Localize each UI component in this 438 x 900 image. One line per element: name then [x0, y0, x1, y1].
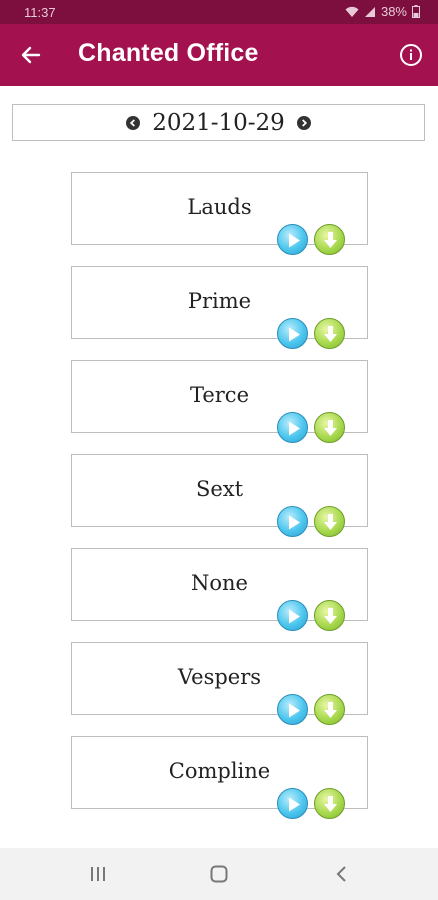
download-button[interactable] [314, 600, 345, 631]
hour-name: Compline [168, 759, 271, 783]
hour-card[interactable]: Prime [71, 266, 368, 349]
battery-percent: 38% [380, 4, 407, 19]
hour-name: Prime [187, 289, 252, 313]
back-icon [336, 866, 346, 882]
info-icon [400, 44, 422, 66]
play-button[interactable] [277, 788, 308, 819]
play-button[interactable] [277, 224, 308, 255]
download-icon [324, 514, 337, 530]
hour-card[interactable]: Sext [71, 454, 368, 537]
download-button[interactable] [314, 694, 345, 725]
chevron-left-icon [130, 118, 136, 127]
download-button[interactable] [314, 788, 345, 819]
next-date-button[interactable] [296, 115, 311, 130]
download-icon [324, 702, 337, 718]
play-icon [289, 515, 300, 530]
system-back-button[interactable] [330, 862, 354, 886]
home-icon [210, 865, 228, 883]
hour-name: None [191, 571, 248, 595]
download-button[interactable] [314, 318, 345, 349]
download-icon [324, 232, 337, 248]
download-button[interactable] [314, 412, 345, 443]
status-icons: 38% [345, 4, 420, 19]
battery-icon [412, 5, 420, 18]
play-icon [289, 797, 300, 812]
hour-card[interactable]: Vespers [71, 642, 368, 725]
chevron-right-icon [301, 118, 307, 127]
previous-date-button[interactable] [126, 115, 141, 130]
play-icon [289, 233, 300, 248]
status-time: 11:37 [24, 5, 56, 20]
play-button[interactable] [277, 506, 308, 537]
download-icon [324, 796, 337, 812]
hour-card[interactable]: Terce [71, 360, 368, 443]
back-button[interactable] [14, 38, 48, 72]
play-icon [289, 703, 300, 718]
play-icon [289, 421, 300, 436]
status-bar: 11:37 38% [0, 0, 438, 24]
download-icon [324, 420, 337, 436]
home-button[interactable] [207, 862, 231, 886]
info-button[interactable] [397, 41, 425, 69]
wifi-icon [345, 6, 359, 17]
play-button[interactable] [277, 600, 308, 631]
app-bar: Chanted Office [0, 24, 438, 86]
hour-name: Vespers [177, 665, 262, 689]
play-button[interactable] [277, 318, 308, 349]
arrow-left-icon [21, 46, 41, 64]
current-date: 2021-10-29 [152, 109, 285, 136]
play-icon [289, 327, 300, 342]
recents-icon [91, 867, 105, 881]
hour-name: Sext [195, 477, 244, 501]
download-button[interactable] [314, 506, 345, 537]
system-navigation-bar [0, 848, 438, 900]
download-icon [324, 326, 337, 342]
play-button[interactable] [277, 694, 308, 725]
play-icon [289, 609, 300, 624]
hour-name: Terce [189, 383, 250, 407]
play-button[interactable] [277, 412, 308, 443]
download-icon [324, 608, 337, 624]
hour-card[interactable]: None [71, 548, 368, 631]
download-button[interactable] [314, 224, 345, 255]
page-title: Chanted Office [78, 39, 259, 67]
hour-card[interactable]: Compline [71, 736, 368, 819]
signal-icon [364, 6, 375, 17]
recents-button[interactable] [86, 862, 110, 886]
hour-name: Lauds [187, 195, 252, 219]
hours-list: Lauds Prime Terce Sext None Vespers Compline [71, 172, 368, 830]
date-selector: 2021-10-29 [12, 104, 425, 141]
hour-card[interactable]: Lauds [71, 172, 368, 255]
